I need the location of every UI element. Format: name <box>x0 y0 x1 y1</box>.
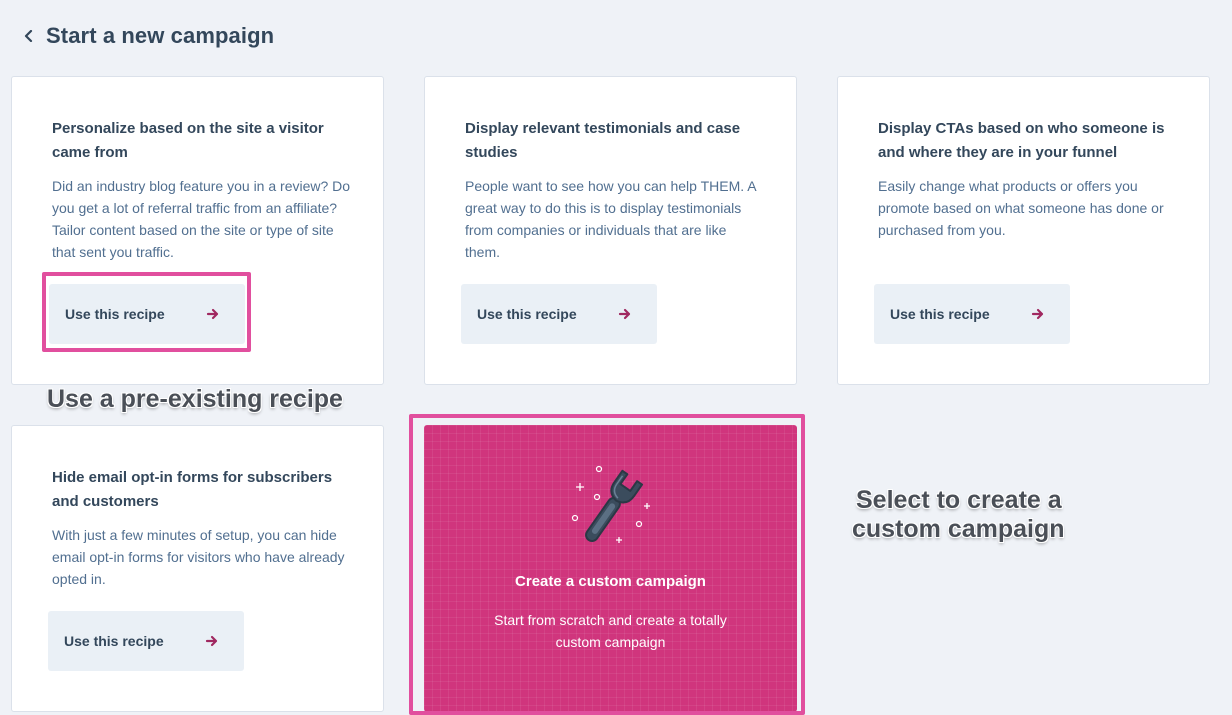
recipe-card-description: With just a few minutes of setup, you ca… <box>52 527 345 587</box>
annotation-custom-note-line1: Select to create a <box>856 486 1062 514</box>
arrow-right-icon <box>1030 306 1046 322</box>
annotation-recipe-note: Use a pre-existing recipe <box>47 385 343 413</box>
arrow-right-icon <box>205 306 221 322</box>
arrow-right-icon <box>204 633 220 649</box>
arrow-right-icon <box>617 306 633 322</box>
use-recipe-button[interactable]: Use this recipe <box>874 284 1070 344</box>
back-chevron-icon[interactable] <box>22 29 36 43</box>
annotation-custom-note-line2: custom campaign <box>852 515 1065 543</box>
use-recipe-button[interactable]: Use this recipe <box>49 284 245 344</box>
recipe-card-ctas: Display CTAs based on who someone is and… <box>837 76 1210 385</box>
custom-campaign-title: Create a custom campaign <box>515 573 706 590</box>
use-recipe-button[interactable]: Use this recipe <box>461 284 657 344</box>
recipe-card-referral: Personalize based on the site a visitor … <box>11 76 384 385</box>
wrench-icon <box>566 463 656 549</box>
recipe-card-description: People want to see how you can help THEM… <box>465 178 756 260</box>
recipe-card-description: Did an industry blog feature you in a re… <box>52 178 351 260</box>
use-recipe-button-label: Use this recipe <box>477 306 577 322</box>
use-recipe-button[interactable]: Use this recipe <box>48 611 244 671</box>
page-title: Start a new campaign <box>46 23 275 48</box>
use-recipe-button-label: Use this recipe <box>64 633 164 649</box>
recipe-card-title: Display relevant testimonials and case s… <box>465 120 741 161</box>
page-header: Start a new campaign <box>22 22 274 50</box>
recipe-card-title: Display CTAs based on who someone is and… <box>878 120 1165 161</box>
recipe-card-testimonials: Display relevant testimonials and case s… <box>424 76 797 385</box>
recipe-card-optin: Hide email opt-in forms for subscribers … <box>11 425 384 712</box>
recipe-card-title: Personalize based on the site a visitor … <box>52 120 324 161</box>
create-custom-campaign-card[interactable]: Create a custom campaign Start from scra… <box>424 425 797 712</box>
recipe-card-description: Easily change what products or offers yo… <box>878 178 1164 238</box>
recipe-card-title: Hide email opt-in forms for subscribers … <box>52 469 333 510</box>
custom-campaign-description: Start from scratch and create a totally … <box>494 612 727 650</box>
use-recipe-button-label: Use this recipe <box>65 306 165 322</box>
use-recipe-button-label: Use this recipe <box>890 306 990 322</box>
